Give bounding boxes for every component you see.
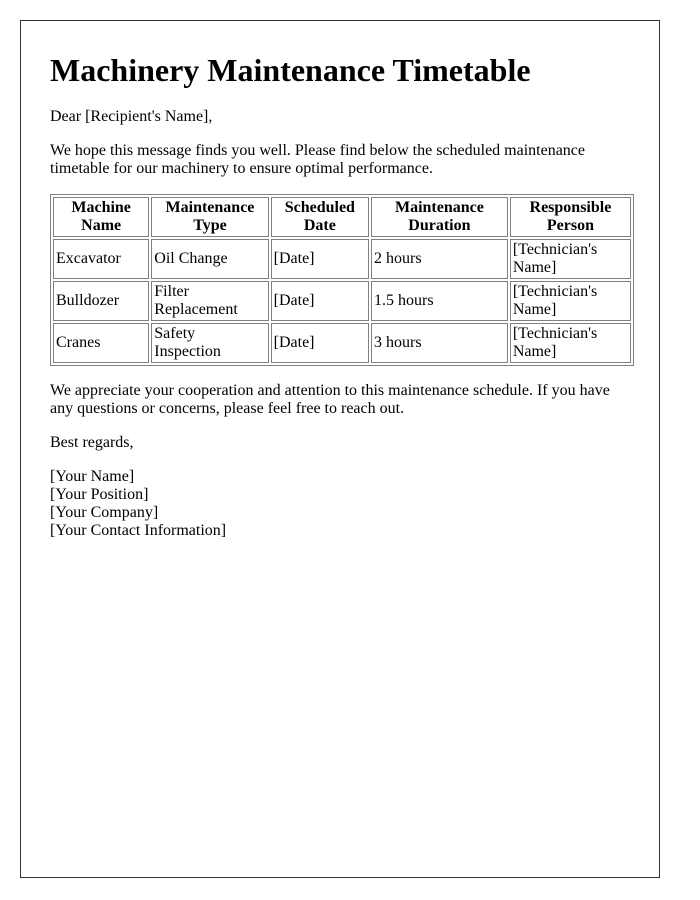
cell-scheduled-date: [Date] bbox=[270, 239, 370, 279]
cell-scheduled-date: [Date] bbox=[270, 281, 370, 321]
header-machine-name: Machine Name bbox=[53, 197, 150, 237]
signature-block: [Your Name] [Your Position] [Your Compan… bbox=[50, 468, 634, 540]
cell-machine-name: Excavator bbox=[53, 239, 150, 279]
header-maintenance-duration: Maintenance Duration bbox=[371, 197, 508, 237]
cell-responsible-person: [Technician's Name] bbox=[509, 323, 631, 363]
cell-machine-name: Bulldozer bbox=[53, 281, 150, 321]
greeting: Dear [Recipient's Name], bbox=[50, 108, 213, 125]
sign-off: Best regards, bbox=[50, 434, 134, 451]
cell-scheduled-date: [Date] bbox=[270, 323, 370, 363]
letter-content: Machinery Maintenance Timetable Dear [Re… bbox=[50, 51, 634, 540]
maintenance-table: Machine Name Maintenance Type Scheduled … bbox=[50, 194, 634, 366]
header-maintenance-type: Maintenance Type bbox=[151, 197, 269, 237]
cell-maintenance-duration: 2 hours bbox=[371, 239, 508, 279]
table-row: Bulldozer Filter Replacement [Date] 1.5 … bbox=[53, 281, 631, 321]
header-responsible-person: Responsible Person bbox=[509, 197, 631, 237]
table-header-row: Machine Name Maintenance Type Scheduled … bbox=[53, 197, 631, 237]
cell-maintenance-type: Filter Replacement bbox=[151, 281, 269, 321]
signature-company: [Your Company] bbox=[50, 504, 159, 521]
page-title: Machinery Maintenance Timetable bbox=[50, 52, 531, 88]
table-row: Excavator Oil Change [Date] 2 hours [Tec… bbox=[53, 239, 631, 279]
signature-contact: [Your Contact Information] bbox=[50, 522, 227, 539]
cell-maintenance-type: Safety Inspection bbox=[151, 323, 269, 363]
letter-page: Machinery Maintenance Timetable Dear [Re… bbox=[20, 20, 660, 878]
table-row: Cranes Safety Inspection [Date] 3 hours … bbox=[53, 323, 631, 363]
closing-paragraph: We appreciate your cooperation and atten… bbox=[50, 382, 610, 417]
cell-machine-name: Cranes bbox=[53, 323, 150, 363]
intro-paragraph: We hope this message finds you well. Ple… bbox=[50, 142, 586, 177]
header-scheduled-date: Scheduled Date bbox=[270, 197, 370, 237]
cell-maintenance-type: Oil Change bbox=[151, 239, 269, 279]
signature-position: [Your Position] bbox=[50, 486, 149, 503]
cell-responsible-person: [Technician's Name] bbox=[509, 281, 631, 321]
cell-responsible-person: [Technician's Name] bbox=[509, 239, 631, 279]
cell-maintenance-duration: 1.5 hours bbox=[371, 281, 508, 321]
cell-maintenance-duration: 3 hours bbox=[371, 323, 508, 363]
signature-name: [Your Name] bbox=[50, 468, 135, 485]
